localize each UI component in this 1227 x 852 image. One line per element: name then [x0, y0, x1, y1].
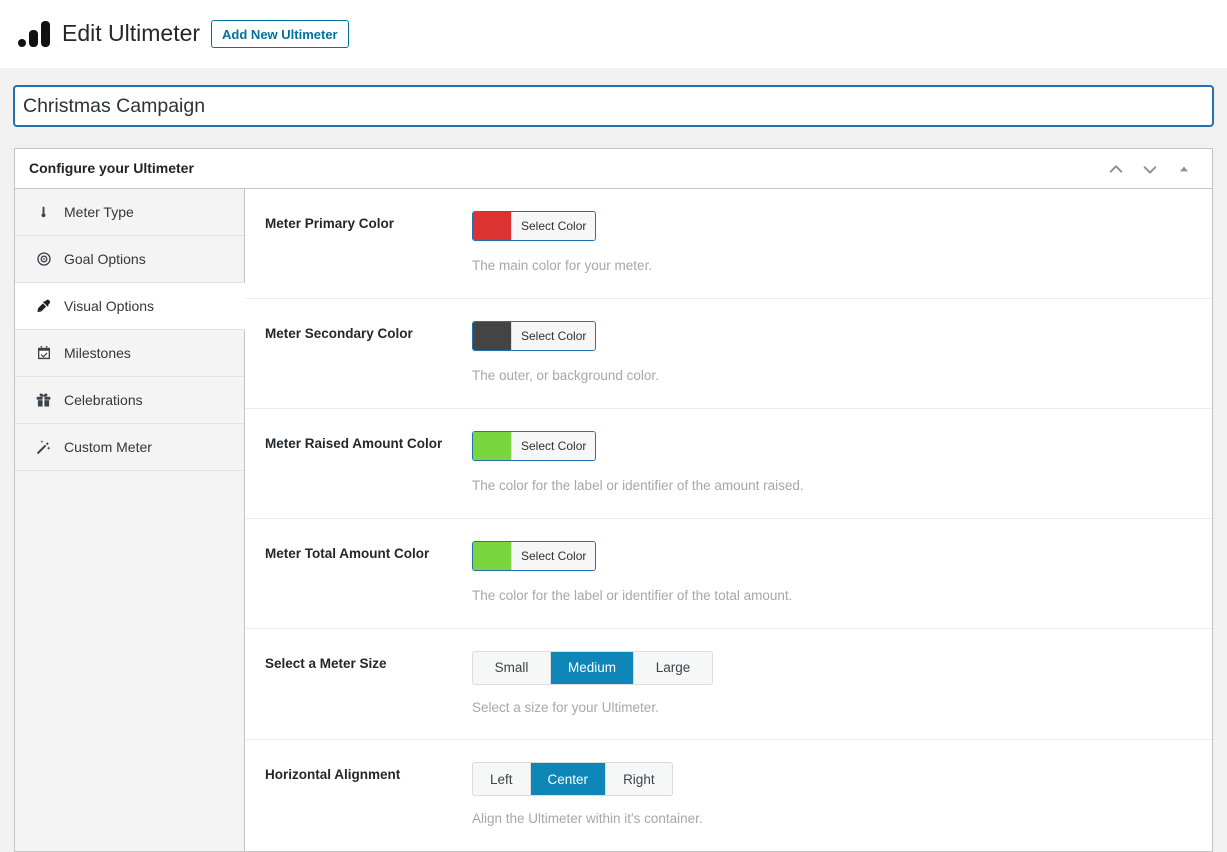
field-label: Meter Raised Amount Color: [265, 435, 443, 451]
panel-body: Meter Type Goal Options Visual Options M…: [15, 189, 1212, 852]
sidebar-item-milestones[interactable]: Milestones: [15, 330, 244, 377]
color-picker-raised[interactable]: Select Color: [472, 430, 597, 461]
field-meter-total-amount-color: Meter Total Amount Color Select Color Th…: [245, 519, 1212, 629]
calendar-check-icon: [35, 345, 52, 362]
sidebar-item-celebrations[interactable]: Celebrations: [15, 377, 244, 424]
add-new-ultimeter-button[interactable]: Add New Ultimeter: [211, 19, 349, 48]
title-input-holder: [14, 86, 1213, 126]
select-color-label: Select Color: [511, 212, 596, 240]
meter-size-button-group: Small Medium Large: [472, 650, 714, 685]
color-swatch: [473, 431, 511, 460]
field-label: Meter Total Amount Color: [265, 545, 430, 561]
color-swatch: [473, 212, 511, 240]
admin-header: Edit Ultimeter Add New Ultimeter: [0, 0, 1227, 68]
field-description: Align the Ultimeter within it's containe…: [472, 811, 703, 827]
chevron-up-icon[interactable]: [1100, 153, 1132, 185]
field-meter-raised-amount-color: Meter Raised Amount Color Select Color T…: [245, 409, 1212, 519]
gift-icon: [35, 392, 52, 409]
bullseye-icon: [35, 251, 52, 268]
alignment-option-right[interactable]: Right: [606, 763, 672, 796]
panel-header: Configure your Ultimeter: [15, 149, 1212, 189]
sidebar-item-meter-type[interactable]: Meter Type: [15, 189, 244, 236]
field-control: Select Color The main color for your met…: [472, 211, 1192, 276]
panel-header-actions: [1100, 153, 1200, 185]
sidebar-item-label: Meter Type: [64, 204, 134, 220]
sidebar-item-label: Visual Options: [64, 298, 155, 314]
field-label: Meter Secondary Color: [265, 325, 413, 341]
color-picker-secondary[interactable]: Select Color: [472, 320, 597, 351]
select-color-label: Select Color: [511, 321, 596, 350]
field-description: The color for the label or identifier of…: [472, 587, 793, 603]
page-title: Edit Ultimeter: [62, 19, 201, 46]
post-title-input[interactable]: [14, 86, 1213, 126]
thermometer-icon: [35, 204, 52, 221]
field-control: Select Color The color for the label or …: [472, 430, 1192, 496]
meter-size-option-large[interactable]: Large: [634, 651, 713, 684]
horizontal-alignment-button-group: Left Center Right: [472, 762, 673, 797]
select-color-label: Select Color: [511, 541, 596, 570]
alignment-option-left[interactable]: Left: [473, 763, 531, 796]
sidebar-item-goal-options[interactable]: Goal Options: [15, 236, 244, 283]
field-control: Select Color The color for the label or …: [472, 540, 1192, 606]
field-description: The main color for your meter.: [472, 258, 653, 273]
field-label: Horizontal Alignment: [265, 767, 401, 783]
field-horizontal-alignment: Horizontal Alignment Left Center Right A…: [245, 740, 1212, 851]
field-description: Select a size for your Ultimeter.: [472, 699, 659, 715]
field-meter-secondary-color: Meter Secondary Color Select Color The o…: [245, 299, 1212, 409]
field-label: Meter Primary Color: [265, 216, 395, 231]
configure-ultimeter-panel: Configure your Ultimeter Meter Type Goal…: [14, 148, 1213, 852]
visual-options-panel: Meter Primary Color Select Color The mai…: [245, 189, 1212, 852]
field-description: The color for the label or identifier of…: [472, 477, 804, 493]
alignment-option-center[interactable]: Center: [530, 763, 607, 796]
sidebar-item-label: Goal Options: [64, 251, 146, 267]
sidebar-item-label: Celebrations: [64, 392, 143, 408]
color-picker-primary[interactable]: Select Color: [472, 211, 597, 241]
bar-chart-icon: [18, 20, 52, 47]
color-swatch: [473, 321, 511, 350]
color-picker-total[interactable]: Select Color: [472, 540, 597, 571]
meter-size-option-medium[interactable]: Medium: [551, 651, 635, 684]
field-control: Select Color The outer, or background co…: [472, 320, 1192, 386]
chevron-down-icon[interactable]: [1134, 153, 1166, 185]
magic-wand-icon: [35, 439, 52, 456]
triangle-up-icon[interactable]: [1168, 153, 1200, 185]
panel-heading: Configure your Ultimeter: [29, 159, 194, 176]
field-meter-primary-color: Meter Primary Color Select Color The mai…: [245, 189, 1212, 299]
eyedropper-icon: [35, 298, 52, 315]
content-wrap: Configure your Ultimeter: [0, 68, 1227, 852]
select-color-label: Select Color: [511, 431, 596, 460]
sidebar-item-label: Custom Meter: [64, 439, 152, 455]
field-description: The outer, or background color.: [472, 367, 659, 383]
field-control: Small Medium Large Select a size for you…: [472, 650, 1192, 718]
settings-sidebar: Meter Type Goal Options Visual Options M…: [15, 189, 245, 852]
color-swatch: [473, 541, 511, 570]
field-label: Select a Meter Size: [265, 655, 387, 671]
sidebar-item-visual-options[interactable]: Visual Options: [15, 283, 245, 330]
field-control: Left Center Right Align the Ultimeter wi…: [472, 762, 1192, 829]
sidebar-item-custom-meter[interactable]: Custom Meter: [15, 424, 244, 471]
meter-size-option-small[interactable]: Small: [473, 651, 551, 684]
sidebar-item-label: Milestones: [64, 345, 131, 361]
field-meter-size: Select a Meter Size Small Medium Large S…: [245, 629, 1212, 741]
